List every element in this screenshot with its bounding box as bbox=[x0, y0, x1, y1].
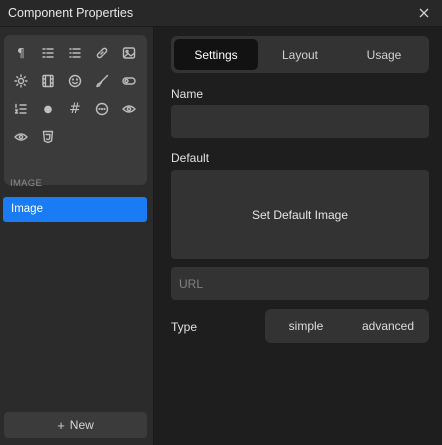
heading-list-icon[interactable] bbox=[35, 39, 61, 67]
css-icon[interactable] bbox=[35, 123, 61, 151]
hash-icon[interactable]: # bbox=[62, 95, 88, 123]
type-option-advanced[interactable]: advanced bbox=[347, 309, 429, 343]
bullet-list-icon[interactable] bbox=[62, 39, 88, 67]
new-button[interactable]: + New bbox=[4, 412, 147, 438]
title-bar: Component Properties bbox=[0, 0, 442, 27]
name-label: Name bbox=[171, 87, 204, 101]
type-option-simple[interactable]: simple bbox=[265, 309, 347, 343]
ellipsis-circle-icon[interactable] bbox=[89, 95, 115, 123]
properties-panel: Settings Layout Usage Name Default Set D… bbox=[155, 27, 442, 445]
link-icon[interactable] bbox=[89, 39, 115, 67]
eye-outline-icon[interactable] bbox=[8, 123, 34, 151]
tab-settings[interactable]: Settings bbox=[174, 39, 258, 70]
window-title: Component Properties bbox=[8, 6, 134, 20]
sidebar-item-image[interactable]: Image bbox=[3, 197, 147, 222]
sidebar: ¶ ● # IMAGE Image + New bbox=[0, 27, 154, 445]
paragraph-icon[interactable]: ¶ bbox=[8, 39, 34, 67]
brush-icon[interactable] bbox=[89, 67, 115, 95]
image-icon[interactable] bbox=[116, 39, 142, 67]
close-icon[interactable] bbox=[414, 3, 434, 23]
plus-icon: + bbox=[57, 417, 65, 433]
tab-usage[interactable]: Usage bbox=[342, 39, 426, 70]
smiley-icon[interactable] bbox=[62, 67, 88, 95]
numbered-list-icon[interactable] bbox=[8, 95, 34, 123]
tab-layout[interactable]: Layout bbox=[258, 39, 342, 70]
dot-icon[interactable]: ● bbox=[35, 95, 61, 123]
new-button-label: New bbox=[69, 418, 94, 432]
type-label: Type bbox=[171, 320, 198, 334]
eye-icon[interactable] bbox=[116, 95, 142, 123]
tab-bar: Settings Layout Usage bbox=[171, 36, 429, 73]
sun-icon[interactable] bbox=[8, 67, 34, 95]
default-label: Default bbox=[171, 151, 210, 165]
section-label: IMAGE bbox=[10, 178, 43, 189]
name-field[interactable] bbox=[171, 105, 429, 138]
toggle-icon[interactable] bbox=[116, 67, 142, 95]
type-selector: simple advanced bbox=[265, 309, 429, 343]
film-icon[interactable] bbox=[35, 67, 61, 95]
component-toolbox: ¶ ● # bbox=[4, 35, 147, 185]
set-default-image-label: Set Default Image bbox=[251, 207, 349, 222]
set-default-image-button[interactable]: Set Default Image bbox=[171, 170, 429, 259]
url-field[interactable] bbox=[171, 267, 429, 300]
